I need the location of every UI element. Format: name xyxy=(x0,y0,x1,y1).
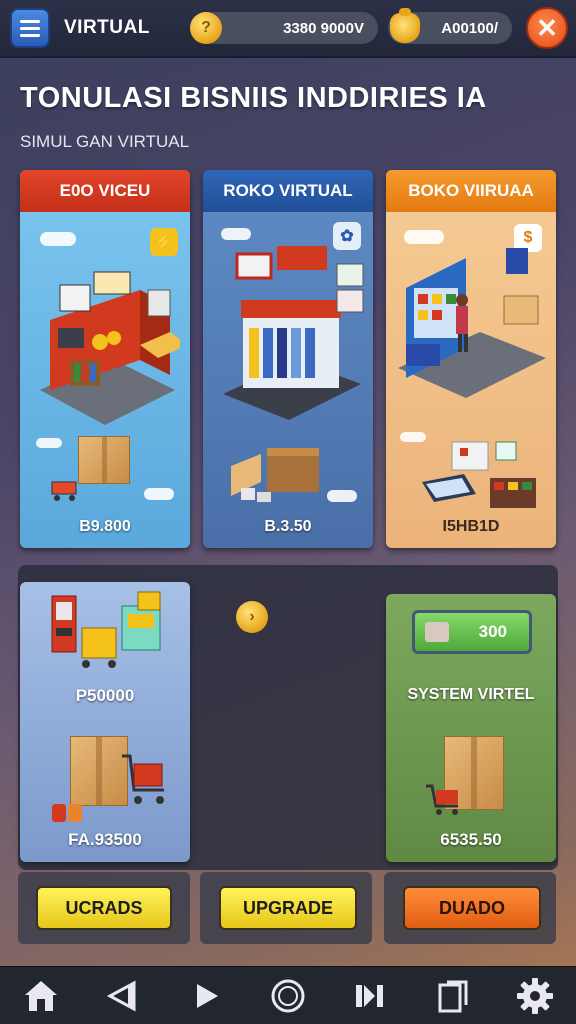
shop-card-3[interactable]: BOKO VIIRUAA $ I5HB1D xyxy=(386,170,556,548)
home-icon[interactable] xyxy=(19,974,63,1018)
shop-card-price: B.3.50 xyxy=(264,518,312,535)
cloud-icon xyxy=(40,232,76,246)
app-title: VIRTUAL xyxy=(64,17,150,38)
page-title: TONULASI BISNIIS INDDIRIES IA xyxy=(20,82,487,114)
item-label-system: SYSTEM VIRTEL xyxy=(407,686,535,703)
gold-value: 3380 9000V xyxy=(283,19,364,37)
item-card-system[interactable]: 300 SYSTEM VIRTEL 6535.50 xyxy=(386,594,556,862)
shop-card-title: BOKO VIIRUAA xyxy=(386,170,556,212)
money-value: A00100/ xyxy=(441,19,498,37)
cart-icon xyxy=(51,481,77,501)
money-counter[interactable]: A00100/ xyxy=(388,8,512,44)
price-chip-value: 300 xyxy=(478,622,507,641)
upgrade-button-1[interactable]: UCRADS xyxy=(36,886,172,930)
arrow-coin-icon[interactable]: › xyxy=(236,601,268,633)
close-icon: ✕ xyxy=(536,12,558,43)
play-icon[interactable] xyxy=(184,974,228,1018)
price-chip[interactable]: 300 xyxy=(412,610,532,654)
market-shelf-illustration xyxy=(223,246,364,420)
vending-machine-illustration xyxy=(51,591,161,668)
upgrade-button-2[interactable]: UPGRADE xyxy=(219,886,357,930)
gold-counter[interactable]: ? 3380 9000V xyxy=(190,12,378,44)
menu-button[interactable] xyxy=(10,8,50,48)
truck-icon xyxy=(425,622,449,642)
close-button[interactable]: ✕ xyxy=(526,7,568,49)
shop-card-1[interactable]: E0O VICEU ⚡ B9.800 xyxy=(20,170,190,548)
shop-card-price: B9.800 xyxy=(79,518,131,535)
store-counter-illustration xyxy=(40,271,180,425)
copy-icon[interactable] xyxy=(431,974,475,1018)
store-display-illustration xyxy=(398,248,546,398)
menu-icon xyxy=(20,19,40,23)
buy-button[interactable]: DUADO xyxy=(403,886,541,930)
shop-card-price: I5HB1D xyxy=(442,518,500,535)
barrels-icon xyxy=(52,804,82,822)
item-price-system: 6535.50 xyxy=(440,830,502,849)
cart-icon xyxy=(426,784,458,815)
shop-card-title: E0O VICEU xyxy=(20,170,190,212)
coin-icon: ? xyxy=(190,12,222,44)
crates-illustration xyxy=(231,448,319,502)
skip-icon[interactable] xyxy=(348,974,392,1018)
back-icon[interactable] xyxy=(101,974,145,1018)
box-icon xyxy=(78,436,130,484)
cart-icon xyxy=(122,754,164,804)
page-subtitle: SIMUL GAN VIRTUAL xyxy=(20,132,190,151)
products-illustration xyxy=(422,441,536,508)
bottom-nav xyxy=(0,966,576,1024)
shop-card-2[interactable]: ROKO VIRTUAL ✿ B.3.50 xyxy=(203,170,373,548)
cloud-icon xyxy=(404,230,444,244)
item-label-bottom: FA.93500 xyxy=(68,830,142,849)
shop-card-title: ROKO VIRTUAL xyxy=(203,170,373,212)
item-card-logistics[interactable]: P50000 FA.93500 xyxy=(20,582,190,862)
item-label-top: P50000 xyxy=(75,686,135,705)
money-bag-icon xyxy=(390,8,420,43)
circle-icon[interactable] xyxy=(266,974,310,1018)
cloud-icon xyxy=(221,228,251,240)
settings-icon[interactable] xyxy=(513,974,557,1018)
